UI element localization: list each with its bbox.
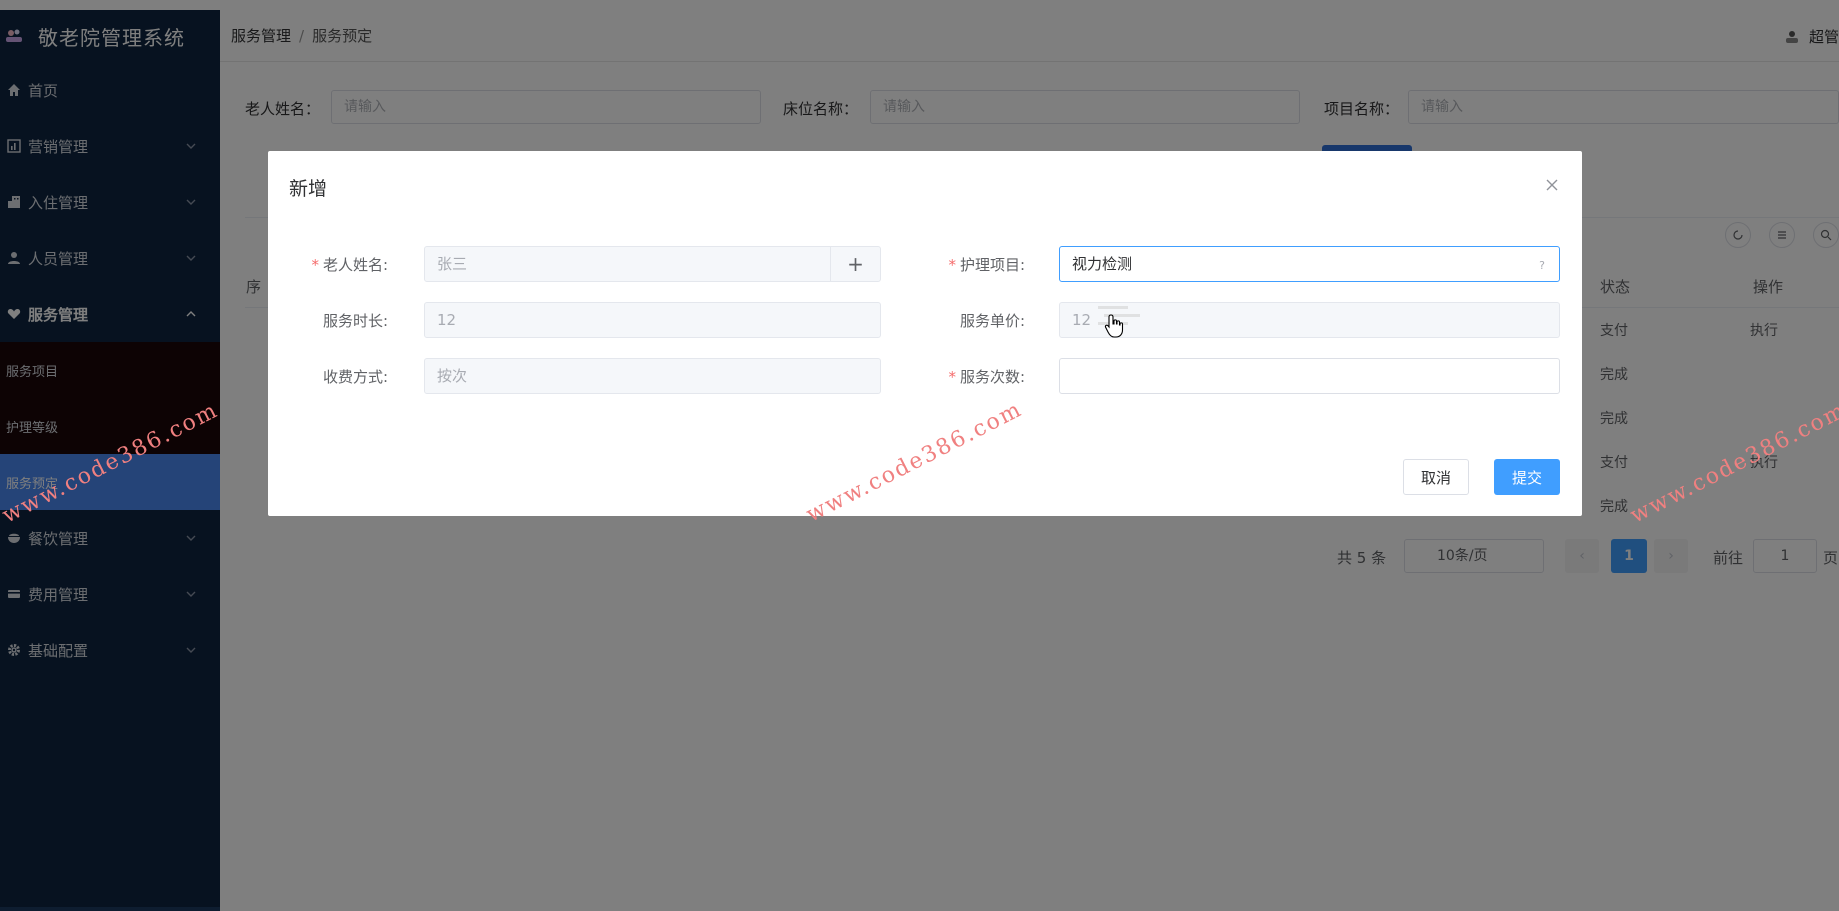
help-icon: ? (1539, 259, 1545, 272)
required-mark: * (311, 256, 319, 274)
charge-mode-field: 按次 (424, 358, 881, 394)
elder-name-field[interactable]: 张三 + (424, 246, 881, 282)
submit-button[interactable]: 提交 (1494, 459, 1560, 495)
nursing-item-label-text: 护理项目: (959, 256, 1025, 274)
service-count-label-text: 服务次数: (959, 368, 1025, 386)
hand-cursor-icon (1104, 314, 1124, 338)
unit-price-label: 服务单价: (959, 312, 1025, 330)
duration-label: 服务时长: (322, 312, 388, 330)
nursing-item-select[interactable]: 视力检测 ? (1059, 246, 1560, 282)
add-elder-button[interactable]: + (830, 247, 880, 281)
required-mark: * (948, 256, 956, 274)
charge-mode-label: 收费方式: (322, 368, 388, 386)
close-icon[interactable] (1544, 177, 1560, 193)
duration-field: 12 (424, 302, 881, 338)
dialog-title: 新增 (289, 178, 328, 200)
nursing-item-value: 视力检测 (1072, 255, 1133, 273)
required-mark: * (948, 368, 956, 386)
service-count-input[interactable] (1059, 358, 1560, 394)
nursing-item-label: * 护理项目: (905, 254, 1025, 275)
service-count-label: * 服务次数: (905, 366, 1025, 387)
elder-name-value: 张三 (437, 255, 468, 273)
elder-name-label: * 老人姓名: (268, 254, 388, 275)
elder-name-label-text: 老人姓名: (322, 256, 388, 274)
cancel-button[interactable]: 取消 (1403, 459, 1469, 495)
